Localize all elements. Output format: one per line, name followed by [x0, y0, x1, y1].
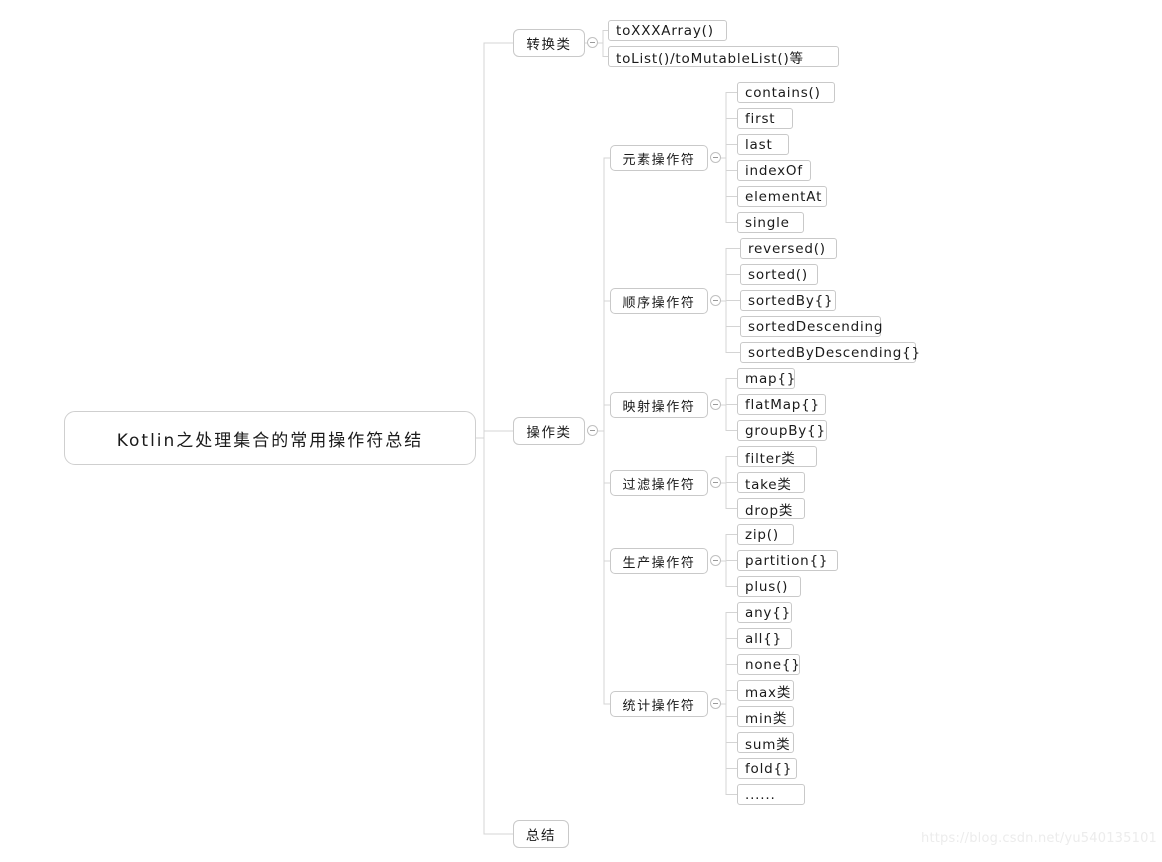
- leaf-node[interactable]: fold{}: [737, 758, 797, 779]
- collapse-toggle-sub-statistics[interactable]: [710, 698, 721, 709]
- leaf-node[interactable]: single: [737, 212, 804, 233]
- leaf-node[interactable]: contains(): [737, 82, 835, 103]
- leaf-node[interactable]: elementAt: [737, 186, 827, 207]
- leaf-node[interactable]: sum类: [737, 732, 794, 753]
- leaf-node[interactable]: zip(): [737, 524, 794, 545]
- leaf-node[interactable]: first: [737, 108, 793, 129]
- leaf-node[interactable]: map{}: [737, 368, 795, 389]
- mindmap-canvas: Kotlin之处理集合的常用操作符总结 转换类 toXXXArray() toList…: [0, 0, 1162, 862]
- leaf-node[interactable]: toXXXArray(): [608, 20, 727, 41]
- leaf-node[interactable]: max类: [737, 680, 794, 701]
- leaf-node[interactable]: last: [737, 134, 789, 155]
- leaf-node[interactable]: sorted(): [740, 264, 818, 285]
- leaf-node[interactable]: sortedDescending: [740, 316, 882, 337]
- sub-mapping[interactable]: 映射操作符: [610, 392, 708, 418]
- collapse-toggle-sub-mapping[interactable]: [710, 399, 721, 410]
- collapse-toggle-branch-conversion[interactable]: [587, 37, 598, 48]
- watermark-text: https://blog.csdn.net/yu540135101: [921, 831, 1158, 846]
- leaf-node[interactable]: groupBy{}: [737, 420, 827, 441]
- leaf-node[interactable]: ......: [737, 784, 805, 805]
- collapse-toggle-sub-element[interactable]: [710, 152, 721, 163]
- collapse-toggle-branch-operations[interactable]: [587, 425, 598, 436]
- branch-conversion[interactable]: 转换类: [513, 29, 585, 57]
- sub-produce[interactable]: 生产操作符: [610, 548, 708, 574]
- leaf-node[interactable]: any{}: [737, 602, 792, 623]
- leaf-node[interactable]: flatMap{}: [737, 394, 826, 415]
- leaf-node[interactable]: plus(): [737, 576, 801, 597]
- leaf-node[interactable]: partition{}: [737, 550, 838, 571]
- leaf-node[interactable]: toList()/toMutableList()等: [608, 46, 839, 67]
- sub-element[interactable]: 元素操作符: [610, 145, 708, 171]
- leaf-node[interactable]: sortedBy{}: [740, 290, 836, 311]
- leaf-node[interactable]: take类: [737, 472, 805, 493]
- collapse-toggle-sub-order[interactable]: [710, 295, 721, 306]
- leaf-node[interactable]: all{}: [737, 628, 792, 649]
- branch-operations[interactable]: 操作类: [513, 417, 585, 445]
- leaf-node[interactable]: indexOf: [737, 160, 811, 181]
- leaf-node[interactable]: sortedByDescending{}: [740, 342, 920, 363]
- collapse-toggle-sub-produce[interactable]: [710, 555, 721, 566]
- sub-order[interactable]: 顺序操作符: [610, 288, 708, 314]
- leaf-node[interactable]: reversed(): [740, 238, 837, 259]
- leaf-node[interactable]: min类: [737, 706, 794, 727]
- sub-statistics[interactable]: 统计操作符: [610, 691, 708, 717]
- leaf-node[interactable]: filter类: [737, 446, 817, 467]
- leaf-node[interactable]: none{}: [737, 654, 800, 675]
- collapse-toggle-sub-filter[interactable]: [710, 477, 721, 488]
- leaf-node[interactable]: drop类: [737, 498, 805, 519]
- sub-filter[interactable]: 过滤操作符: [610, 470, 708, 496]
- branch-summary[interactable]: 总结: [513, 820, 569, 848]
- root-node[interactable]: Kotlin之处理集合的常用操作符总结: [64, 411, 476, 465]
